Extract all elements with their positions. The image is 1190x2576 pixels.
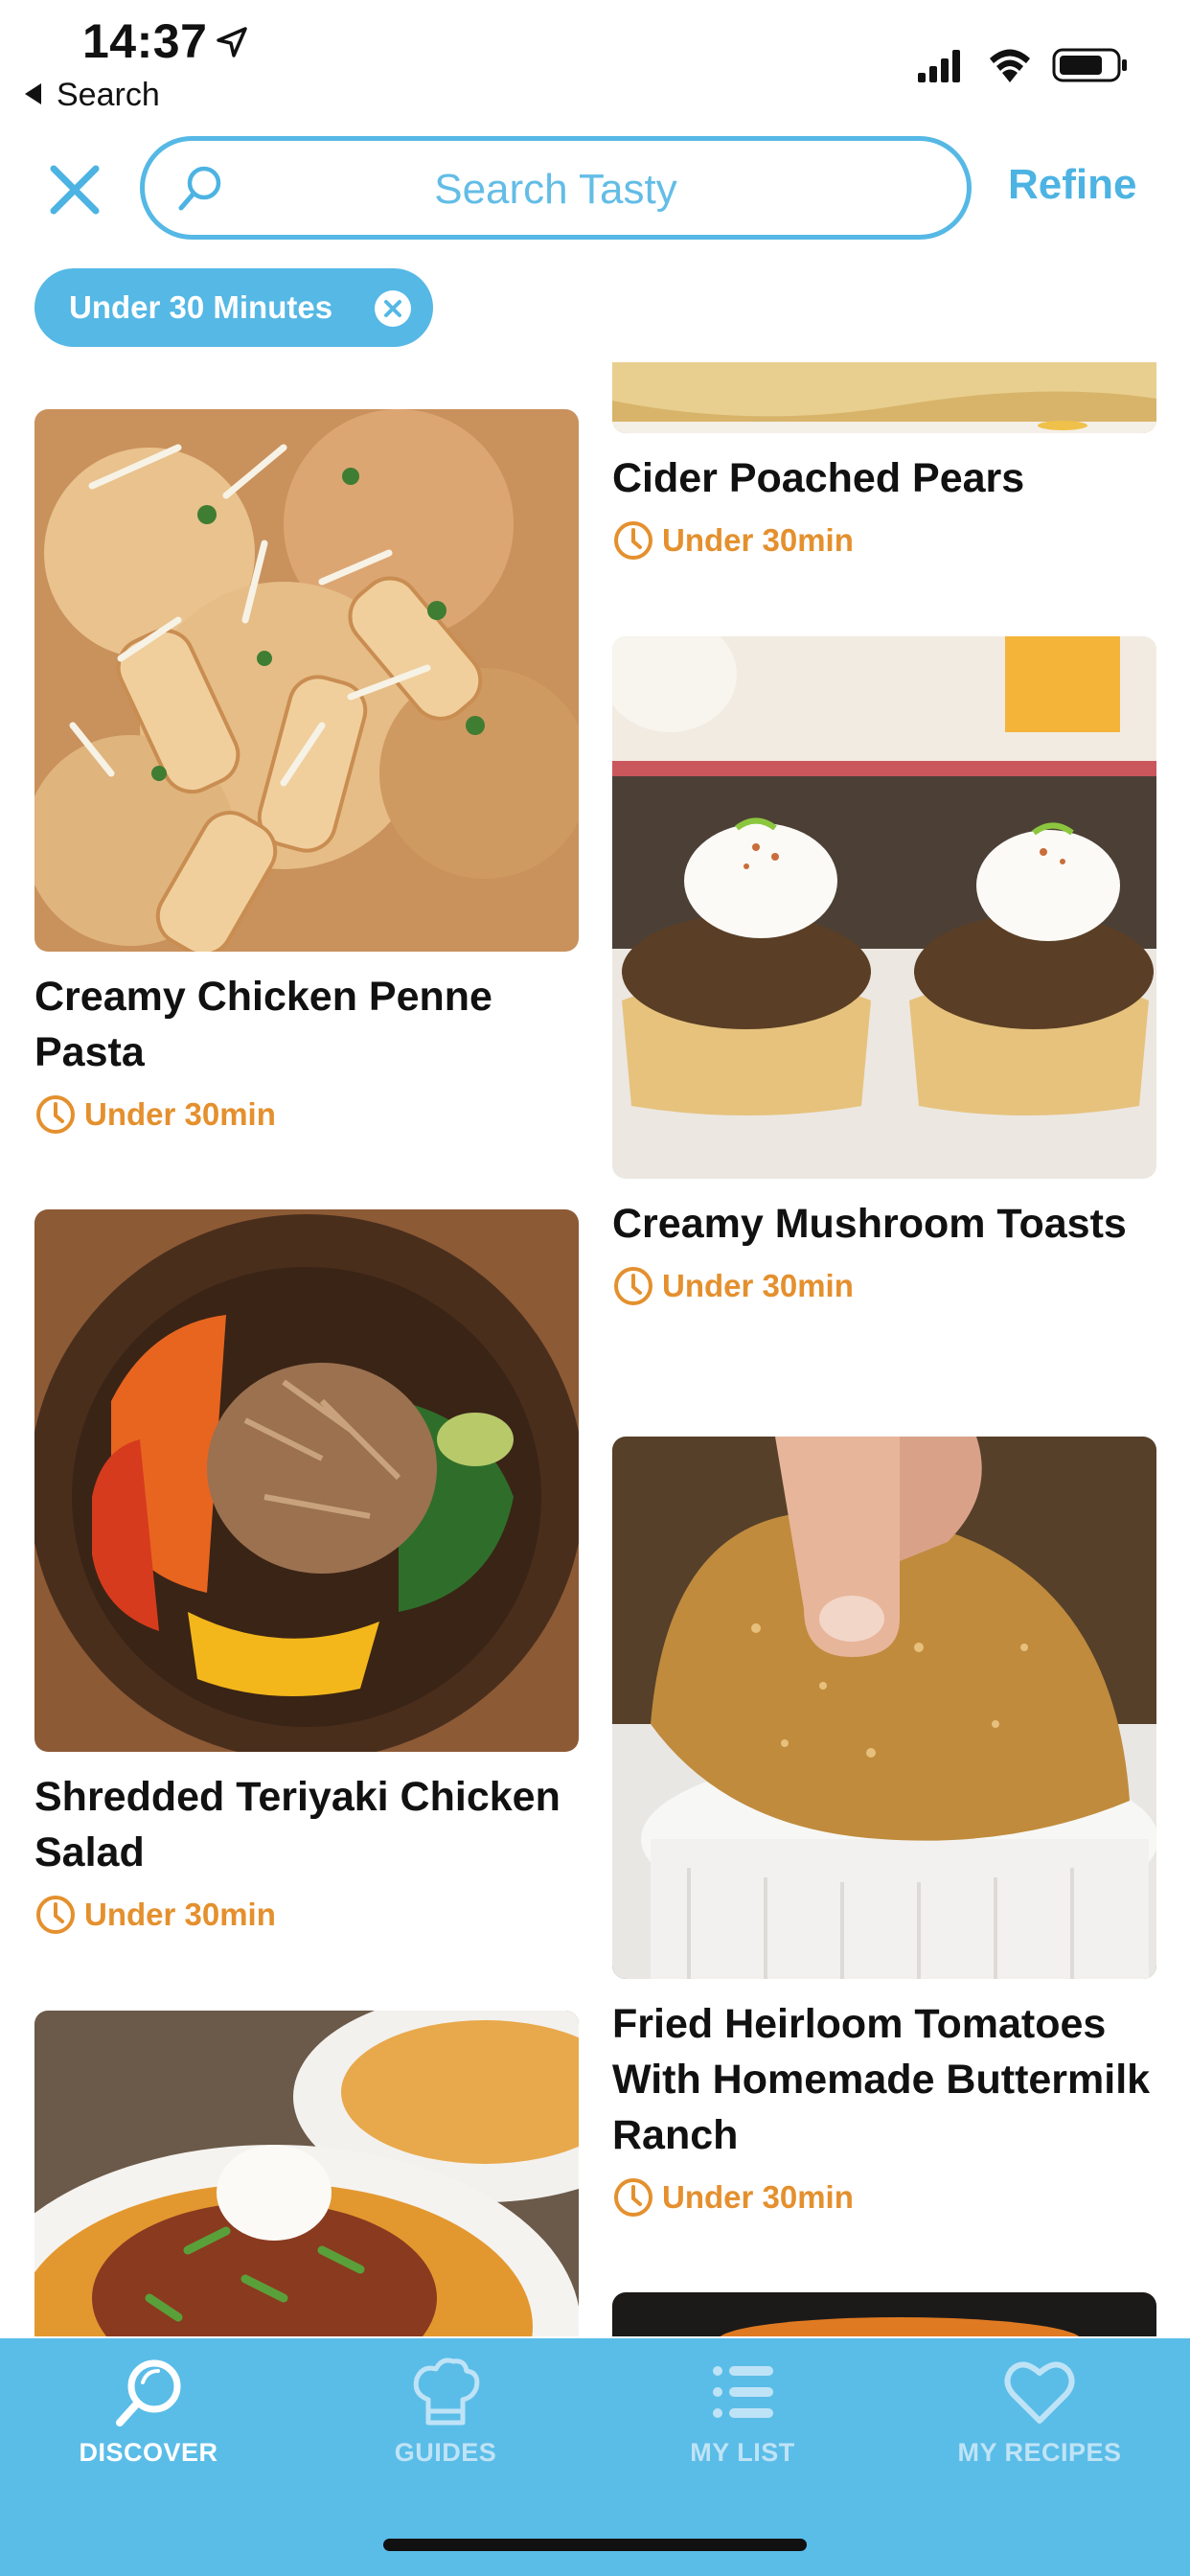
remove-filter-icon[interactable] xyxy=(374,289,412,328)
tab-my-recipes[interactable]: MY RECIPES xyxy=(891,2338,1188,2501)
clock-icon xyxy=(614,2178,652,2217)
recipe-photo xyxy=(612,636,1156,1179)
battery-icon xyxy=(1052,48,1127,82)
recipe-title: Shredded Teriyaki Chicken Salad xyxy=(34,1774,561,1875)
recipe-card-creamy-chicken-penne-pasta[interactable]: Creamy Chicken Penne Pasta Under 30min xyxy=(34,409,579,1138)
tab-label: DISCOVER xyxy=(79,2438,218,2467)
home-indicator[interactable] xyxy=(383,2539,807,2551)
recipe-time-label: Under 30min xyxy=(662,1268,854,1303)
close-icon[interactable] xyxy=(48,163,102,217)
search-placeholder: Search Tasty xyxy=(434,166,677,213)
location-arrow-icon xyxy=(217,27,247,58)
recipe-photo xyxy=(34,409,579,952)
list-icon xyxy=(713,2366,773,2418)
recipe-time: Under 30min xyxy=(612,518,1156,564)
recipe-card-cider-poached-pears[interactable]: Cider Poached Pears Under 30min xyxy=(612,362,1156,564)
recipe-feed[interactable]: Cider Poached Pears Under 30min Creamy C… xyxy=(0,362,1190,2336)
recipe-time-label: Under 30min xyxy=(84,1096,276,1132)
recipe-card-partial[interactable] xyxy=(612,2292,1156,2336)
recipe-time-label: Under 30min xyxy=(662,522,854,558)
recipe-photo xyxy=(612,2292,1156,2336)
signal-icon xyxy=(918,50,960,82)
recipe-card-fried-heirloom-tomatoes[interactable]: Fried Heirloom Tomatoes With Homemade Bu… xyxy=(612,1437,1156,2220)
tab-label: MY RECIPES xyxy=(957,2438,1122,2467)
back-arrow-icon xyxy=(25,83,41,105)
recipe-photo xyxy=(612,362,1156,433)
tab-label: MY LIST xyxy=(690,2438,795,2467)
recipe-photo xyxy=(612,1437,1156,1979)
recipe-card-shredded-teriyaki-chicken-salad[interactable]: Shredded Teriyaki Chicken Salad Under 30… xyxy=(34,1209,579,1938)
recipe-photo xyxy=(34,2011,579,2336)
refine-button[interactable]: Refine xyxy=(1008,161,1136,209)
recipe-time: Under 30min xyxy=(34,1892,579,1938)
heart-icon xyxy=(1004,2361,1075,2424)
clock-icon xyxy=(614,1267,652,1305)
back-to-search-link[interactable]: Search xyxy=(25,77,160,114)
recipe-card-creamy-mushroom-toasts[interactable]: Creamy Mushroom Toasts Under 30min xyxy=(612,636,1156,1309)
clock-icon xyxy=(614,521,652,560)
recipe-time: Under 30min xyxy=(612,1263,1156,1309)
search-input[interactable]: Search Tasty xyxy=(140,136,972,240)
recipe-card-partial[interactable] xyxy=(34,2011,579,2336)
tab-guides[interactable]: GUIDES xyxy=(297,2338,594,2501)
recipe-time-label: Under 30min xyxy=(662,2179,854,2215)
filter-chip-label: Under 30 Minutes xyxy=(69,289,333,325)
tab-label: GUIDES xyxy=(394,2438,497,2467)
recipe-title: Fried Heirloom Tomatoes With Homemade Bu… xyxy=(612,2001,1151,2158)
recipe-title: Creamy Chicken Penne Pasta xyxy=(34,974,492,1075)
clock-time: 14:37 xyxy=(82,14,208,68)
recipe-photo xyxy=(34,1209,579,1752)
recipe-time-label: Under 30min xyxy=(84,1897,276,1932)
back-label: Search xyxy=(57,77,160,113)
tab-my-list[interactable]: MY LIST xyxy=(594,2338,891,2501)
recipe-time: Under 30min xyxy=(34,1092,579,1138)
recipe-time: Under 30min xyxy=(612,2174,1156,2220)
clock-icon xyxy=(36,1896,75,1934)
clock-icon xyxy=(36,1095,75,1134)
chef-hat-icon xyxy=(413,2358,480,2426)
recipe-title: Cider Poached Pears xyxy=(612,455,1025,501)
status-bar: 14:37 Search xyxy=(0,0,1190,134)
tab-discover[interactable]: DISCOVER xyxy=(0,2338,297,2501)
filter-chip-under-30-minutes[interactable]: Under 30 Minutes xyxy=(34,268,433,347)
recipe-title: Creamy Mushroom Toasts xyxy=(612,1201,1127,1247)
wifi-icon xyxy=(990,49,1030,82)
search-icon xyxy=(116,2359,181,2426)
